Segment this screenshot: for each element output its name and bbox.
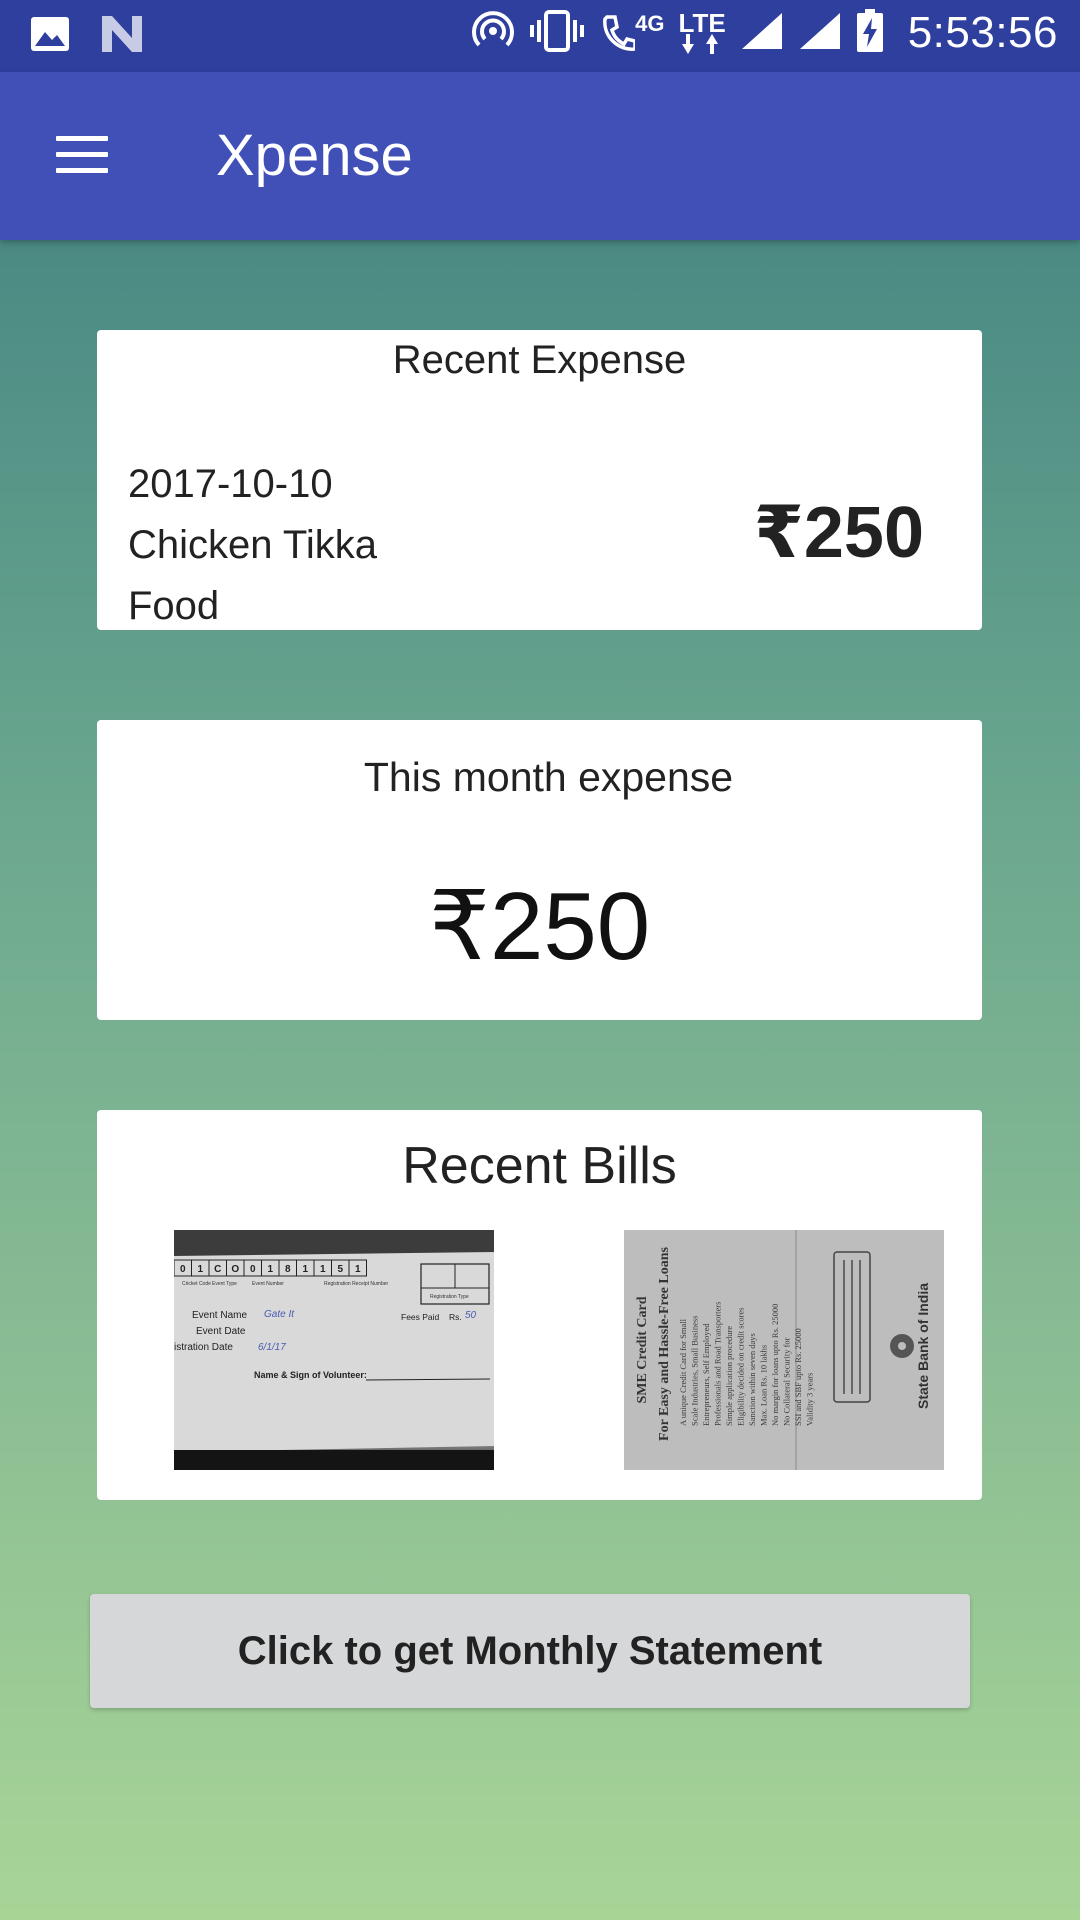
bill1-digit: 1 [197,1264,203,1275]
vibrate-icon [529,9,585,58]
bill1-digit: 1 [267,1264,273,1275]
n-icon [100,14,144,59]
bill1-digit: 1 [320,1264,326,1275]
recent-expense-info: 2017-10-10 Chicken Tikka Food [128,454,377,637]
bill1-event-date-label: Event Date [196,1326,246,1337]
bill2-line: No Collateral Security for [782,1337,792,1426]
image-icon [30,16,70,57]
bill1-digit: 8 [285,1264,291,1275]
volte-call-icon: 4G [599,11,665,53]
recent-bills-title: Recent Bills [402,1137,677,1195]
bill2-heading: SME Credit Card [635,1296,650,1403]
month-expense-card[interactable]: This month expense ₹250 [97,720,982,1020]
clock: 5:53:56 [907,8,1058,57]
recent-bills-card: Recent Bills 01CO0181151 Cricket Code Eve… [97,1110,982,1500]
bill2-line: Simple application procedure [724,1326,734,1426]
bill2-line: Sanction within seven days [747,1333,757,1426]
bill1-fees-currency: Rs. [449,1312,462,1322]
bill1-event-name-value: Gate It [264,1309,295,1320]
bill-thumbnail[interactable]: 01CO0181151 Cricket Code Event Type Event … [174,1230,494,1470]
bill1-digit: 1 [355,1264,361,1275]
bill2-line: No margin for loans upto Rs. 25000 [770,1304,780,1426]
recent-expense-card[interactable]: Recent Expense 2017-10-10 Chicken Tikka … [97,330,982,630]
bill2-line: Max. Loan Rs. 10 lakhs [759,1345,769,1426]
bill2-line: Scale Industries, Small Business [690,1316,700,1427]
network-type-label: 4G [635,11,665,36]
month-expense-title: This month expense [363,754,734,800]
bill2-line: A unique Credit Card for Small [678,1318,688,1426]
bill1-reg-date-value: 6/1/17 [258,1342,286,1353]
bill1-column-header: Event Type [212,1281,237,1287]
bill1-column-header: Event Number [252,1281,284,1287]
battery-charging-icon [856,8,884,58]
hamburger-menu-icon[interactable] [52,132,112,180]
app-title: Xpense [216,123,413,188]
month-expense-amount: ₹250 [428,873,651,980]
bill2-line: Validity 3 years [805,1373,815,1426]
lte-label: LTE [678,8,726,38]
bill1-digit: 0 [180,1264,186,1275]
expense-item: Chicken Tikka [128,523,377,567]
bill1-fees-label: Fees Paid [401,1312,440,1322]
bill2-line: SSI and SBF upto Rs. 25000 [793,1328,803,1426]
bill1-fees-value: 50 [465,1310,477,1321]
signal-icon [740,11,784,56]
expense-category: Food [128,584,220,628]
lte-icon: LTE [678,8,726,54]
monthly-statement-button[interactable]: Click to get Monthly Statement [90,1594,970,1708]
bill-thumbnail[interactable]: SME Credit Card For Easy and Hassle-Free… [624,1230,944,1470]
bill1-reg-date-label: istration Date [174,1342,233,1353]
bill2-bank-name: State Bank of India [915,1283,931,1409]
bill1-event-name-label: Event Name [192,1310,247,1321]
recent-expense-amount: ₹250 [753,493,924,573]
bill1-digit: O [231,1264,239,1275]
bill2-line: Professionals and Road Transporters [713,1302,723,1426]
bill1-column-header: Cricket Code [182,1281,211,1287]
bill1-column-header: Registration Receipt Number [324,1281,389,1287]
expense-date: 2017-10-10 [128,462,333,506]
hotspot-icon [471,9,515,58]
signal-icon [798,11,842,56]
bill1-volunteer-label: Name & Sign of Volunteer: [254,1370,367,1380]
bill1-column-header: Registration Type [430,1294,469,1300]
bill2-line: Entrepreneurs, Self Employed [701,1323,711,1426]
main-content: Recent Expense 2017-10-10 Chicken Tikka … [0,240,1080,1920]
bill2-subheading: For Easy and Hassle-Free Loans [657,1246,672,1440]
status-bar: 4G LTE 5:53:56 [0,0,1080,72]
bill1-digit: C [214,1264,221,1275]
app-bar: Xpense [0,72,1080,240]
bill1-digit: 0 [250,1264,256,1275]
bill1-digit: 5 [337,1264,343,1275]
recent-expense-title: Recent Expense [392,338,687,382]
bill1-digit: 1 [302,1264,308,1275]
bill2-line: Eligibility decided on credit scores [736,1308,746,1427]
